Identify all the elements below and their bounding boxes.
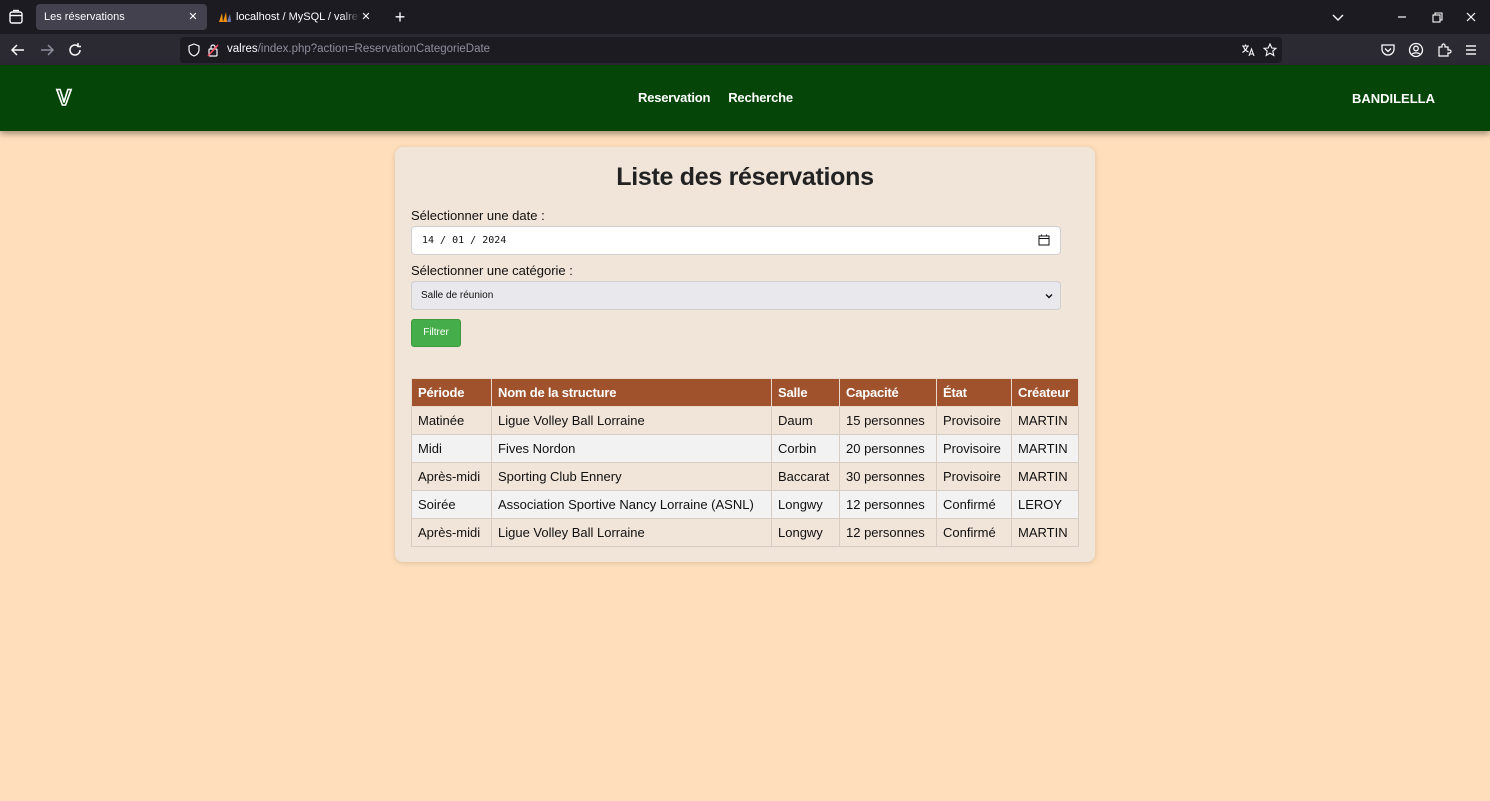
browser-navigation-bar: valres/index.php?action=ReservationCateg… <box>0 34 1490 65</box>
phpmyadmin-favicon-icon <box>219 12 231 22</box>
new-tab-button[interactable]: + <box>391 7 409 27</box>
cell-etat: Provisoire <box>936 434 1012 463</box>
column-header-periode: Période <box>411 378 492 407</box>
extensions-icon[interactable] <box>1436 42 1452 58</box>
cell-capacite: 30 personnes <box>839 462 937 491</box>
date-label: Sélectionner une date : <box>411 208 545 223</box>
cell-structure: Fives Nordon <box>491 434 772 463</box>
column-header-salle: Salle <box>771 378 840 407</box>
browser-tab-reservations[interactable]: Les réservations ✕ <box>36 4 207 30</box>
table-row: Soirée Association Sportive Nancy Lorrai… <box>411 490 1079 519</box>
reload-icon[interactable] <box>66 41 84 59</box>
chevron-down-icon <box>1045 294 1053 299</box>
page-title: Liste des réservations <box>616 163 874 191</box>
cell-structure: Sporting Club Ennery <box>491 462 772 491</box>
cell-periode: Après-midi <box>411 518 492 547</box>
column-header-capacite: Capacité <box>839 378 937 407</box>
reservations-card: Liste des réservations Sélectionner une … <box>395 147 1095 562</box>
cell-capacite: 20 personnes <box>839 434 937 463</box>
cell-createur: MARTIN <box>1011 518 1079 547</box>
cell-structure: Ligue Volley Ball Lorraine <box>491 406 772 435</box>
cell-etat: Confirmé <box>936 518 1012 547</box>
forward-arrow-icon[interactable] <box>38 41 56 59</box>
browser-tab-phpmyadmin[interactable]: localhost / MySQL / valres / uti ✕ <box>210 4 380 30</box>
pocket-icon[interactable] <box>1380 42 1396 58</box>
cell-createur: LEROY <box>1011 490 1079 519</box>
site-logo[interactable]: V <box>52 85 76 109</box>
cell-salle: Longwy <box>771 518 840 547</box>
date-input[interactable]: 14 / 01 / 2024 <box>411 226 1061 255</box>
category-select[interactable]: Salle de réunion <box>411 281 1061 310</box>
logo-letter: V <box>57 85 72 109</box>
column-header-createur: Créateur <box>1011 378 1079 407</box>
url-path: /index.php?action=ReservationCategorieDa… <box>257 43 491 55</box>
category-label: Sélectionner une catégorie : <box>411 263 573 278</box>
column-header-structure: Nom de la structure <box>491 378 772 407</box>
hamburger-menu-icon[interactable] <box>1463 42 1479 58</box>
cell-periode: Soirée <box>411 490 492 519</box>
date-value: 14 / 01 / 2024 <box>422 235 507 246</box>
column-header-etat: État <box>936 378 1012 407</box>
browser-tab-strip: Les réservations ✕ localhost / MySQL / v… <box>0 0 1490 34</box>
cell-periode: Midi <box>411 434 492 463</box>
calendar-icon[interactable] <box>1038 234 1050 246</box>
cell-createur: MARTIN <box>1011 406 1079 435</box>
close-window-icon[interactable] <box>1463 9 1479 25</box>
table-row: Matinée Ligue Volley Ball Lorraine Daum … <box>411 406 1079 435</box>
site-header: V Reservation Recherche BANDILELLA <box>0 65 1490 131</box>
table-row: Après-midi Ligue Volley Ball Lorraine Lo… <box>411 518 1079 547</box>
address-bar[interactable]: valres/index.php?action=ReservationCateg… <box>180 37 1282 63</box>
cell-capacite: 12 personnes <box>839 518 937 547</box>
category-value: Salle de réunion <box>421 290 494 301</box>
translate-icon[interactable] <box>1241 43 1255 57</box>
cell-salle: Longwy <box>771 490 840 519</box>
main-menu: Reservation Recherche <box>638 90 793 105</box>
url-text: valres/index.php?action=ReservationCateg… <box>227 43 490 55</box>
menu-item-reservation[interactable]: Reservation <box>638 90 710 105</box>
cell-structure: Association Sportive Nancy Lorraine (ASN… <box>491 490 772 519</box>
cell-salle: Baccarat <box>771 462 840 491</box>
menu-item-recherche[interactable]: Recherche <box>728 90 793 105</box>
tab-title: Les réservations <box>44 11 125 23</box>
tab-list-icon[interactable] <box>8 9 24 25</box>
chevron-down-icon[interactable] <box>1330 9 1346 25</box>
table-row: Après-midi Sporting Club Ennery Baccarat… <box>411 462 1079 491</box>
reservations-table: Période Nom de la structure Salle Capaci… <box>411 378 1079 547</box>
tab-title: localhost / MySQL / valres / uti <box>236 11 360 23</box>
cell-createur: MARTIN <box>1011 462 1079 491</box>
close-tab-icon[interactable]: ✕ <box>360 11 372 23</box>
shield-icon[interactable] <box>187 43 201 57</box>
cell-periode: Après-midi <box>411 462 492 491</box>
cell-capacite: 15 personnes <box>839 406 937 435</box>
cell-structure: Ligue Volley Ball Lorraine <box>491 518 772 547</box>
user-name[interactable]: BANDILELLA <box>1352 91 1435 106</box>
close-tab-icon[interactable]: ✕ <box>187 11 199 23</box>
cell-etat: Provisoire <box>936 462 1012 491</box>
cell-salle: Corbin <box>771 434 840 463</box>
cell-capacite: 12 personnes <box>839 490 937 519</box>
table-row: Midi Fives Nordon Corbin 20 personnes Pr… <box>411 434 1079 463</box>
back-arrow-icon[interactable] <box>9 41 27 59</box>
minimize-icon[interactable] <box>1394 9 1410 25</box>
table-header-row: Période Nom de la structure Salle Capaci… <box>411 378 1079 407</box>
filter-button[interactable]: Filtrer <box>411 319 461 347</box>
insecure-lock-icon[interactable] <box>207 43 219 57</box>
cell-etat: Confirmé <box>936 490 1012 519</box>
cell-etat: Provisoire <box>936 406 1012 435</box>
cell-createur: MARTIN <box>1011 434 1079 463</box>
account-icon[interactable] <box>1408 42 1424 58</box>
restore-icon[interactable] <box>1429 9 1445 25</box>
cell-periode: Matinée <box>411 406 492 435</box>
bookmark-star-icon[interactable] <box>1263 43 1277 57</box>
cell-salle: Daum <box>771 406 840 435</box>
url-host: valres <box>227 43 258 55</box>
